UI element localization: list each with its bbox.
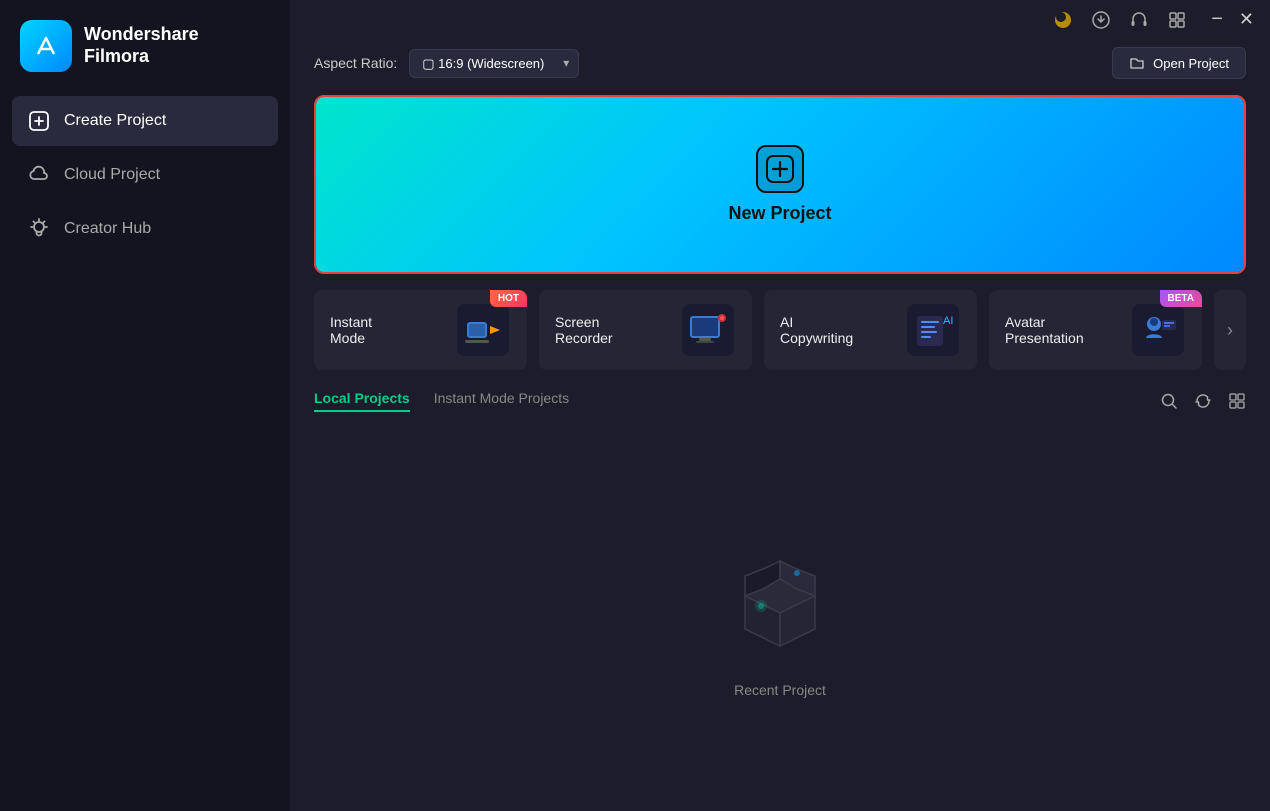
aspect-select-wrapper[interactable]: ▢ 16:9 (Widescreen) ▢ 9:16 (Portrait) ▢ … [409, 49, 579, 78]
instant-mode-label: Instant Mode [330, 314, 410, 346]
new-project-icon [756, 145, 804, 193]
feature-card-ai-copywriting[interactable]: AI Copywriting AI [764, 290, 977, 370]
plus-circle-icon [28, 110, 50, 132]
refresh-icon[interactable] [1194, 392, 1212, 410]
hot-badge: HOT [490, 290, 527, 307]
grid-icon[interactable] [1167, 10, 1187, 30]
avatar-presentation-label: Avatar Presentation [1005, 314, 1085, 346]
app-title-line2: Filmora [84, 46, 199, 68]
content-area: Aspect Ratio: ▢ 16:9 (Widescreen) ▢ 9:16… [290, 39, 1270, 811]
titlebar: − ✕ [290, 0, 1270, 39]
tab-instant-mode-projects[interactable]: Instant Mode Projects [434, 390, 569, 412]
app-title-line1: Wondershare [84, 24, 199, 46]
ai-copywriting-label: AI Copywriting [780, 314, 860, 346]
main-content: − ✕ Aspect Ratio: ▢ 16:9 (Widescreen) ▢ … [290, 0, 1270, 811]
sidebar-item-creator-hub[interactable]: Creator Hub [12, 204, 278, 254]
instant-mode-icon [455, 302, 511, 358]
titlebar-icons [1053, 10, 1187, 30]
aspect-ratio-label: Aspect Ratio: [314, 55, 397, 71]
feature-cards-next-button[interactable]: › [1214, 290, 1246, 370]
window-controls: − ✕ [1211, 8, 1254, 31]
app-name: Wondershare Filmora [84, 24, 199, 67]
download-icon[interactable] [1091, 10, 1111, 30]
chevron-right-icon: › [1227, 320, 1233, 341]
projects-tools [1160, 392, 1246, 410]
feature-card-instant-mode[interactable]: HOT Instant Mode [314, 290, 527, 370]
sidebar-navigation: Create Project Cloud Project [0, 96, 290, 254]
grid-view-icon[interactable] [1228, 392, 1246, 410]
feature-card-avatar-presentation[interactable]: BETA Avatar Presentation [989, 290, 1202, 370]
sidebar: Wondershare Filmora Create Project Cloud… [0, 0, 290, 811]
feature-cards: HOT Instant Mode Screen Recorder [314, 290, 1246, 370]
open-project-label: Open Project [1153, 56, 1229, 71]
cloud-icon [28, 164, 50, 186]
headset-icon[interactable] [1129, 10, 1149, 30]
ai-copywriting-icon: AI [905, 302, 961, 358]
moon-icon[interactable] [1053, 10, 1073, 30]
projects-section-header: Local Projects Instant Mode Projects [314, 390, 1246, 412]
minimize-button[interactable]: − [1211, 8, 1223, 31]
svg-text:AI: AI [943, 315, 953, 327]
beta-badge: BETA [1160, 290, 1202, 307]
sidebar-label-create-project: Create Project [64, 112, 166, 130]
sidebar-label-creator-hub: Creator Hub [64, 220, 151, 238]
projects-tabs: Local Projects Instant Mode Projects [314, 390, 569, 412]
search-icon[interactable] [1160, 392, 1178, 410]
empty-state: Recent Project [314, 428, 1246, 795]
sidebar-label-cloud-project: Cloud Project [64, 166, 160, 184]
sidebar-item-create-project[interactable]: Create Project [12, 96, 278, 146]
open-project-button[interactable]: Open Project [1112, 47, 1246, 79]
tab-local-projects[interactable]: Local Projects [314, 390, 410, 412]
new-project-banner[interactable]: New Project [314, 95, 1246, 274]
feature-card-screen-recorder[interactable]: Screen Recorder [539, 290, 752, 370]
close-button[interactable]: ✕ [1239, 9, 1254, 30]
logo-area: Wondershare Filmora [0, 0, 290, 96]
avatar-presentation-icon [1130, 302, 1186, 358]
screen-recorder-label: Screen Recorder [555, 314, 635, 346]
empty-box-icon [720, 546, 840, 666]
aspect-ratio-section: Aspect Ratio: ▢ 16:9 (Widescreen) ▢ 9:16… [314, 49, 579, 78]
new-project-label: New Project [728, 203, 831, 224]
header-bar: Aspect Ratio: ▢ 16:9 (Widescreen) ▢ 9:16… [314, 47, 1246, 79]
app-logo-icon [20, 20, 72, 72]
screen-recorder-icon [680, 302, 736, 358]
new-project-inner: New Project [316, 97, 1244, 272]
recent-project-label: Recent Project [734, 682, 826, 698]
sidebar-item-cloud-project[interactable]: Cloud Project [12, 150, 278, 200]
aspect-ratio-select[interactable]: ▢ 16:9 (Widescreen) ▢ 9:16 (Portrait) ▢ … [409, 49, 579, 78]
lightbulb-icon [28, 218, 50, 240]
